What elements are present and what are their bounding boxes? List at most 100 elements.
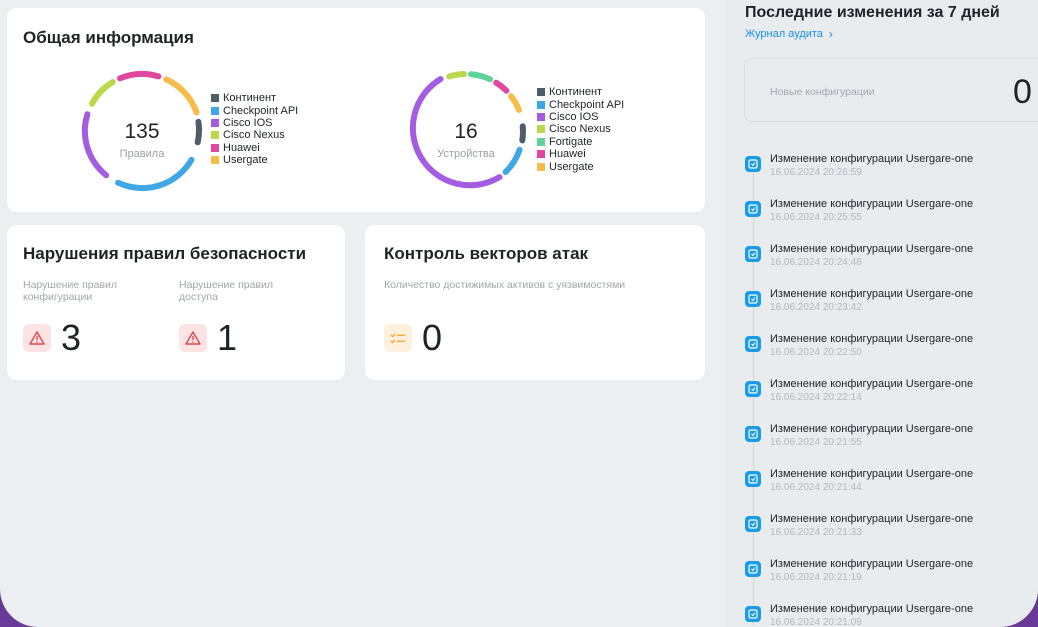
event-title: Изменение конфигурации Usergare-one bbox=[770, 468, 974, 480]
legend-swatch bbox=[211, 143, 219, 152]
main-area: Общая информация 135 Правила Континент C… bbox=[0, 0, 715, 627]
config-change-icon bbox=[745, 426, 761, 442]
event-title: Изменение конфигурации Usergare-one bbox=[770, 558, 974, 570]
rules-legend-item[interactable]: Huawei bbox=[211, 142, 298, 154]
legend-label: Usergate bbox=[549, 160, 594, 173]
devices-seg-cisco-nexus bbox=[446, 71, 467, 80]
event-time: 16.06.2024 20:21:55 bbox=[770, 437, 862, 448]
event-time: 16.06.2024 20:26:59 bbox=[770, 167, 862, 178]
config-violation-metric[interactable]: 3 bbox=[23, 320, 81, 356]
reachable-assets-metric[interactable]: 0 bbox=[384, 320, 442, 356]
legend-label: Checkpoint API bbox=[223, 104, 299, 117]
access-violation-label: Нарушение правил доступа bbox=[179, 279, 274, 303]
devices-seg-huawei bbox=[493, 79, 510, 94]
attack-title: Контроль векторов атак bbox=[384, 244, 589, 263]
access-violation-count: 1 bbox=[217, 317, 238, 358]
event-time: 16.06.2024 20:21:19 bbox=[770, 572, 862, 583]
legend-label: Fortigate bbox=[549, 135, 593, 148]
access-violation-metric[interactable]: 1 bbox=[179, 320, 237, 356]
event-time: 16.06.2024 20:21:09 bbox=[770, 617, 862, 627]
rules-label: Правила bbox=[119, 148, 165, 160]
legend-label: Checkpoint API bbox=[549, 98, 625, 111]
rules-legend-item[interactable]: Checkpoint API bbox=[211, 104, 299, 117]
legend-swatch bbox=[537, 137, 545, 146]
rules-legend-item[interactable]: Cisco Nexus bbox=[211, 129, 298, 141]
dashboard-screen: Общая информация 135 Правила Континент C… bbox=[0, 0, 1038, 627]
legend-swatch bbox=[211, 131, 219, 140]
recent-changes-panel: Последние изменения за 7 дней Журнал ауд… bbox=[725, 0, 1038, 627]
config-change-icon bbox=[745, 246, 761, 262]
violations-title: Нарушения правил безопасности bbox=[23, 244, 307, 263]
legend-label: Континент bbox=[549, 86, 603, 99]
legend-swatch bbox=[537, 125, 545, 134]
devices-seg-usergate bbox=[508, 93, 522, 113]
attack-vectors-card[interactable]: Контроль векторов атак Количество достиж… bbox=[365, 225, 705, 380]
devices-legend-item[interactable]: Usergate bbox=[537, 160, 624, 173]
checklist-icon bbox=[384, 324, 412, 352]
config-violation-count: 3 bbox=[61, 317, 82, 358]
legend-swatch bbox=[211, 106, 219, 115]
event-time: 16.06.2024 20:24:48 bbox=[770, 257, 862, 268]
audit-log-link[interactable]: Журнал аудита › bbox=[745, 27, 833, 41]
config-change-icon bbox=[745, 471, 761, 487]
config-change-icon bbox=[745, 291, 761, 307]
devices-legend-item[interactable]: Cisco Nexus bbox=[537, 123, 624, 135]
config-change-icon bbox=[745, 381, 761, 397]
rules-donut[interactable]: 135 Правила bbox=[80, 69, 204, 193]
new-configs-label: Новые конфигурации bbox=[770, 86, 875, 98]
legend-label: Huawei bbox=[549, 148, 586, 161]
reachable-assets-label: Количество достижимых активов с уязвимос… bbox=[384, 279, 626, 291]
devices-label: Устройства bbox=[437, 148, 495, 160]
rules-seg-checkpoint bbox=[115, 156, 195, 192]
legend-swatch bbox=[537, 88, 545, 97]
devices-legend-item[interactable]: Cisco IOS bbox=[537, 111, 624, 123]
event-title: Изменение конфигурации Usergare-one bbox=[770, 288, 974, 300]
legend-swatch bbox=[537, 100, 545, 109]
event-title: Изменение конфигурации Usergare-one bbox=[770, 603, 974, 615]
general-info-card: Общая информация 135 Правила Континент C… bbox=[7, 8, 705, 212]
warning-triangle-icon bbox=[23, 324, 51, 352]
new-configs-box[interactable]: Новые конфигурации 0 bbox=[744, 58, 1038, 122]
devices-legend-item[interactable]: Checkpoint API bbox=[537, 98, 625, 111]
legend-swatch bbox=[211, 118, 219, 127]
config-change-icon bbox=[745, 561, 761, 577]
rules-legend-item[interactable]: Cisco IOS bbox=[211, 117, 298, 129]
audit-log-link-label: Журнал аудита bbox=[745, 28, 823, 40]
rules-seg-cisco-nexus bbox=[89, 79, 116, 107]
legend-swatch bbox=[537, 162, 545, 171]
event-time: 16.06.2024 20:21:33 bbox=[770, 527, 862, 538]
event-title: Изменение конфигурации Usergare-one bbox=[770, 243, 974, 255]
rules-legend-item[interactable]: Usergate bbox=[211, 154, 298, 166]
general-info-title: Общая информация bbox=[23, 28, 194, 47]
devices-seg-fortigate bbox=[468, 71, 494, 83]
rules-legend-item[interactable]: Континент bbox=[211, 92, 298, 104]
rules-count: 135 bbox=[124, 120, 160, 143]
legend-swatch bbox=[211, 94, 219, 103]
devices-legend-item[interactable]: Huawei bbox=[537, 148, 624, 160]
event-title: Изменение конфигурации Usergare-one bbox=[770, 378, 974, 390]
event-title: Изменение конфигурации Usergare-one bbox=[770, 333, 974, 345]
warning-triangle-icon bbox=[179, 324, 207, 352]
devices-donut[interactable]: 16 Устройства bbox=[404, 69, 528, 193]
rules-legend: Континент Checkpoint API Cisco IOS Cisco… bbox=[211, 92, 298, 166]
legend-label: Cisco Nexus bbox=[223, 129, 285, 142]
config-change-icon bbox=[745, 516, 761, 532]
legend-swatch bbox=[537, 150, 545, 159]
security-violations-card[interactable]: Нарушения правил безопасности Нарушение … bbox=[7, 225, 345, 380]
event-time: 16.06.2024 20:23:42 bbox=[770, 302, 862, 313]
reachable-assets-count: 0 bbox=[422, 317, 443, 358]
event-time: 16.06.2024 20:22:50 bbox=[770, 347, 862, 358]
event-title: Изменение конфигурации Usergare-one bbox=[770, 198, 974, 210]
config-change-icon bbox=[745, 336, 761, 352]
devices-legend: Континент Checkpoint API Cisco IOS Cisco… bbox=[537, 86, 624, 173]
devices-legend-item[interactable]: Fortigate bbox=[537, 136, 624, 148]
legend-label: Usergate bbox=[223, 154, 268, 167]
rules-seg-usergate bbox=[163, 76, 200, 116]
legend-swatch bbox=[211, 156, 219, 165]
config-change-icon bbox=[745, 201, 761, 217]
devices-legend-item[interactable]: Континент bbox=[537, 86, 624, 98]
chevron-right-icon: › bbox=[828, 27, 833, 41]
legend-label: Континент bbox=[223, 92, 277, 105]
legend-label: Huawei bbox=[223, 141, 260, 154]
event-title: Изменение конфигурации Usergare-one bbox=[770, 153, 974, 165]
